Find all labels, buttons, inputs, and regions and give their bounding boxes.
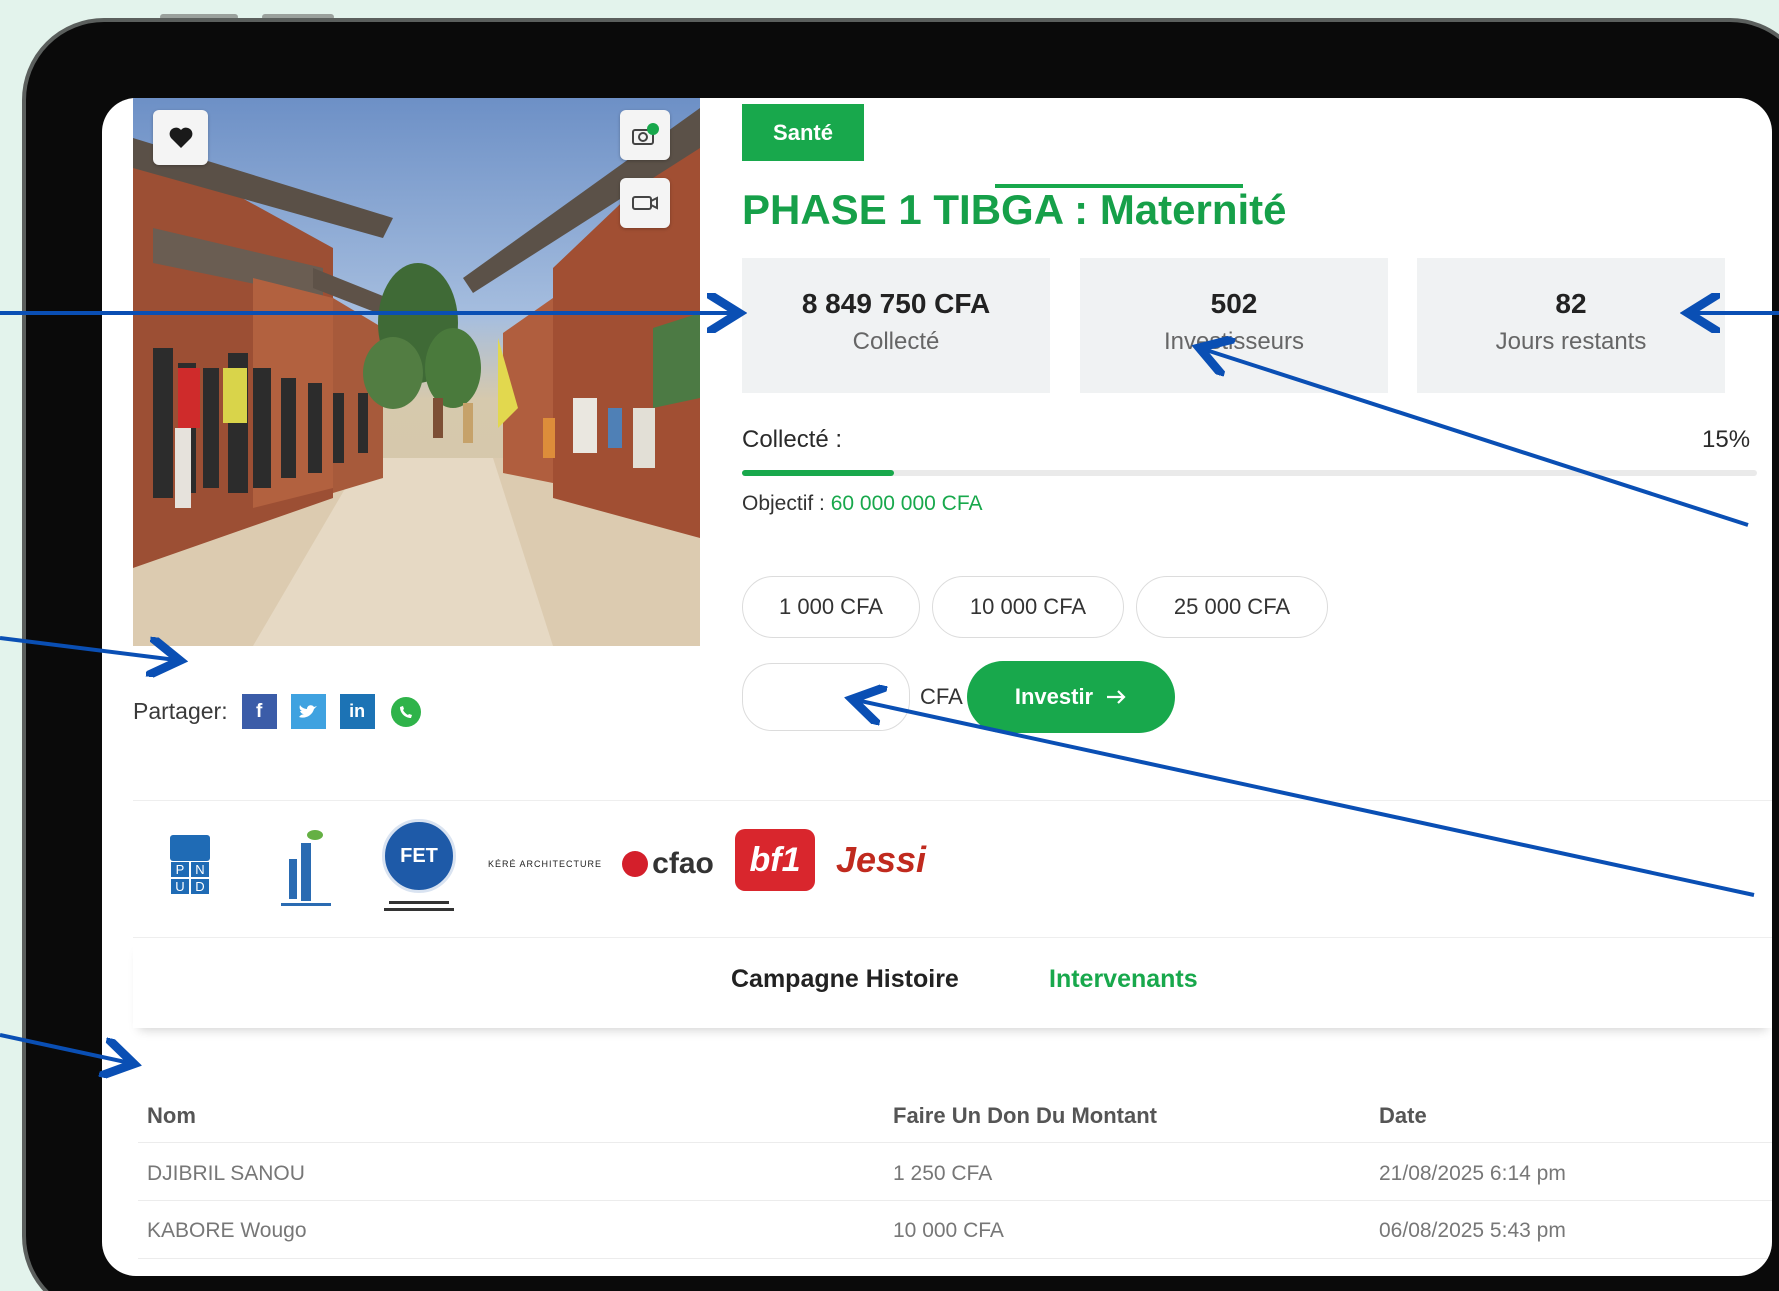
annotation-arrows xyxy=(0,0,1779,1291)
annotation-arrow xyxy=(0,1033,130,1063)
annotation-arrow xyxy=(1203,349,1749,527)
annotation-arrow xyxy=(0,636,176,660)
annotation-arrow xyxy=(856,700,1755,897)
